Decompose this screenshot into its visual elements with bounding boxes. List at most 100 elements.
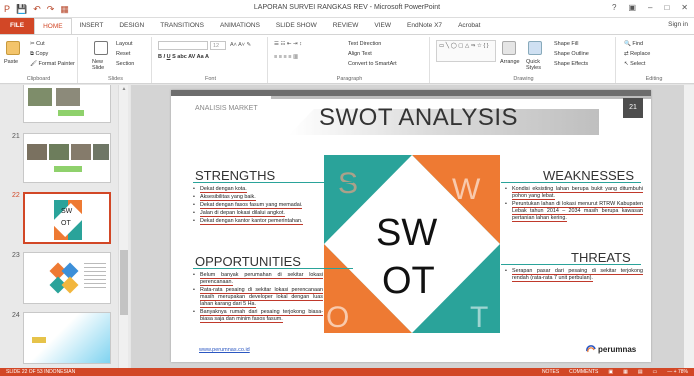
replace-button[interactable]: ⇄ Replace <box>624 51 650 57</box>
slideshow-icon[interactable]: ▭ <box>653 368 658 376</box>
quick-styles-icon[interactable] <box>528 41 542 55</box>
find-button[interactable]: 🔍 Find <box>624 41 643 47</box>
new-slide-icon[interactable] <box>94 41 108 55</box>
tab-animations[interactable]: ANIMATIONS <box>212 18 268 34</box>
editing-group-label: Editing <box>645 76 663 82</box>
paragraph-group-label: Paragraph <box>336 76 363 82</box>
slide-thumbnail-selected[interactable]: SW OT <box>23 192 111 244</box>
list-item: Kondisi eksisting lahan berupa bukit yan… <box>505 186 643 200</box>
font-size-select[interactable]: 12 <box>210 41 226 50</box>
label-strip <box>54 166 82 172</box>
shape-fill-button[interactable]: Shape Fill <box>554 41 578 47</box>
slide-thumbnail[interactable] <box>23 252 111 304</box>
text-direction-button[interactable]: Text Direction <box>348 41 381 47</box>
shapes-icons: ▭ ╲ ◯ ▢ △ ⇒ ☆ { } <box>439 43 489 49</box>
swot-sw-text: SW <box>376 212 437 254</box>
strengths-heading: STRENGTHS <box>195 168 276 183</box>
zoom-slider[interactable]: — + 78% <box>667 368 688 376</box>
tab-slide-show[interactable]: SLIDE SHOW <box>268 18 325 34</box>
window-title: LAPORAN SURVEI RANGKAS REV - Microsoft P… <box>253 4 441 11</box>
swot-thumb-text: SW <box>61 208 73 215</box>
tab-design[interactable]: DESIGN <box>111 18 152 34</box>
drawing-group: ▭ ╲ ◯ ▢ △ ⇒ ☆ { } Arrange Quick Styles S… <box>432 37 616 83</box>
format-painter-button[interactable]: 🖌 Format Painter <box>30 61 75 67</box>
diamond-shape <box>61 276 79 294</box>
arrange-button[interactable]: Arrange <box>500 59 520 65</box>
minimize-icon[interactable]: – <box>648 3 652 12</box>
reset-button[interactable]: Reset <box>116 51 130 57</box>
cut-button[interactable]: ✂ Cut <box>30 41 45 47</box>
slide-thumbnail[interactable] <box>23 312 111 364</box>
paragraph-group: ☰ ☷ ⇤ ⇥ ↕ ≡ ≡ ≡ ≡ ▥ Text Direction Align… <box>270 37 430 83</box>
reading-view-icon[interactable]: ▤ <box>638 368 643 376</box>
slide-thumbnail[interactable] <box>23 85 111 123</box>
thumb-logo <box>32 337 46 343</box>
font-group-label: Font <box>204 76 216 82</box>
slide-sorter-icon[interactable]: ▦ <box>623 368 628 376</box>
tab-review[interactable]: REVIEW <box>325 18 367 34</box>
list-item: Serapan pasar dari pesaing di sekitar te… <box>505 268 643 282</box>
scroll-thumb[interactable] <box>120 250 128 315</box>
threats-list: Serapan pasar dari pesaing di sekitar te… <box>505 268 643 283</box>
sign-in-link[interactable]: Sign in <box>668 21 688 28</box>
label-strip <box>58 110 84 116</box>
maximize-icon[interactable]: □ <box>664 3 669 12</box>
tab-view[interactable]: VIEW <box>366 18 399 34</box>
opportunities-heading: OPPORTUNITIES <box>195 254 301 269</box>
slides-group: New Slide Layout Reset Section Slides <box>80 37 152 83</box>
slide-number: 23 <box>12 252 20 259</box>
slide-thumbnails-pane: 21 22 SW OT 23 24 <box>0 85 130 368</box>
threats-heading: THREATS <box>571 250 631 265</box>
paste-button[interactable]: Paste <box>4 59 18 65</box>
tab-transitions[interactable]: TRANSITIONS <box>152 18 212 34</box>
slide-number: 21 <box>12 133 20 140</box>
shape-effects-button[interactable]: Shape Effects <box>554 61 588 67</box>
alignment-icons[interactable]: ≡ ≡ ≡ ≡ ▥ <box>274 54 298 60</box>
section-button[interactable]: Section <box>116 61 134 67</box>
shape-outline-button[interactable]: Shape Outline <box>554 51 589 57</box>
photo-thumb <box>93 144 109 160</box>
smartart-button[interactable]: Convert to SmartArt <box>348 61 397 67</box>
paste-icon[interactable] <box>6 41 20 55</box>
tab-home[interactable]: HOME <box>34 18 72 34</box>
list-item: Aksesibilitas yang baik. <box>193 194 323 201</box>
shapes-gallery[interactable]: ▭ ╲ ◯ ▢ △ ⇒ ☆ { } <box>436 40 496 62</box>
grow-shrink-font-icon[interactable]: A˄ A˅ ✎ <box>230 42 251 48</box>
editing-group: 🔍 Find ⇄ Replace ↖ Select Editing <box>618 37 690 83</box>
perumnas-logo-icon <box>586 345 596 353</box>
strengths-list: Dekat dengan kota. Aksesibilitas yang ba… <box>193 186 323 226</box>
photo-thumb <box>56 88 80 106</box>
tab-insert[interactable]: INSERT <box>72 18 112 34</box>
quick-styles-button[interactable]: Quick Styles <box>526 59 548 71</box>
ribbon-tabs: FILE HOME INSERT DESIGN TRANSITIONS ANIM… <box>0 18 694 34</box>
new-slide-button[interactable]: New Slide <box>92 59 114 71</box>
layout-button[interactable]: Layout <box>116 41 133 47</box>
font-format-icons[interactable]: B I U S abc AV Aa A <box>158 54 209 60</box>
comments-button[interactable]: COMMENTS <box>569 368 598 376</box>
list-icons[interactable]: ☰ ☷ ⇤ ⇥ ↕ <box>274 41 302 47</box>
editor-scrollbar[interactable] <box>684 85 694 368</box>
close-icon[interactable]: ✕ <box>681 3 688 12</box>
slide-thumbnail[interactable] <box>23 133 111 183</box>
arrange-icon[interactable] <box>502 41 516 55</box>
select-button[interactable]: ↖ Select <box>624 61 645 67</box>
tab-file[interactable]: FILE <box>0 18 35 34</box>
scroll-up-icon[interactable]: ▲ <box>120 85 128 93</box>
photo-thumb <box>49 144 69 160</box>
slides-group-label: Slides <box>108 76 123 82</box>
tab-acrobat[interactable]: Acrobat <box>450 18 488 34</box>
help-icon[interactable]: ? <box>612 3 616 12</box>
tab-endnote[interactable]: EndNote X7 <box>399 18 450 34</box>
notes-button[interactable]: NOTES <box>542 368 559 376</box>
current-slide[interactable]: ANALISIS MARKET SWOT ANALYSIS 21 S W O T… <box>171 90 651 362</box>
normal-view-icon[interactable]: ▣ <box>608 368 613 376</box>
status-bar: SLIDE 22 OF 53 INDONESIAN NOTES COMMENTS… <box>0 368 694 376</box>
ribbon-display-icon[interactable]: ▣ <box>628 3 636 12</box>
align-text-button[interactable]: Align Text <box>348 51 372 57</box>
footer-url[interactable]: www.perumnas.co.id <box>199 347 250 353</box>
photo-thumb <box>27 144 47 160</box>
font-family-select[interactable] <box>158 41 208 50</box>
thumbnails-scrollbar[interactable]: ▲ <box>118 85 128 368</box>
slide-number-badge: 21 <box>623 98 643 118</box>
copy-button[interactable]: ⧉ Copy <box>30 51 48 58</box>
